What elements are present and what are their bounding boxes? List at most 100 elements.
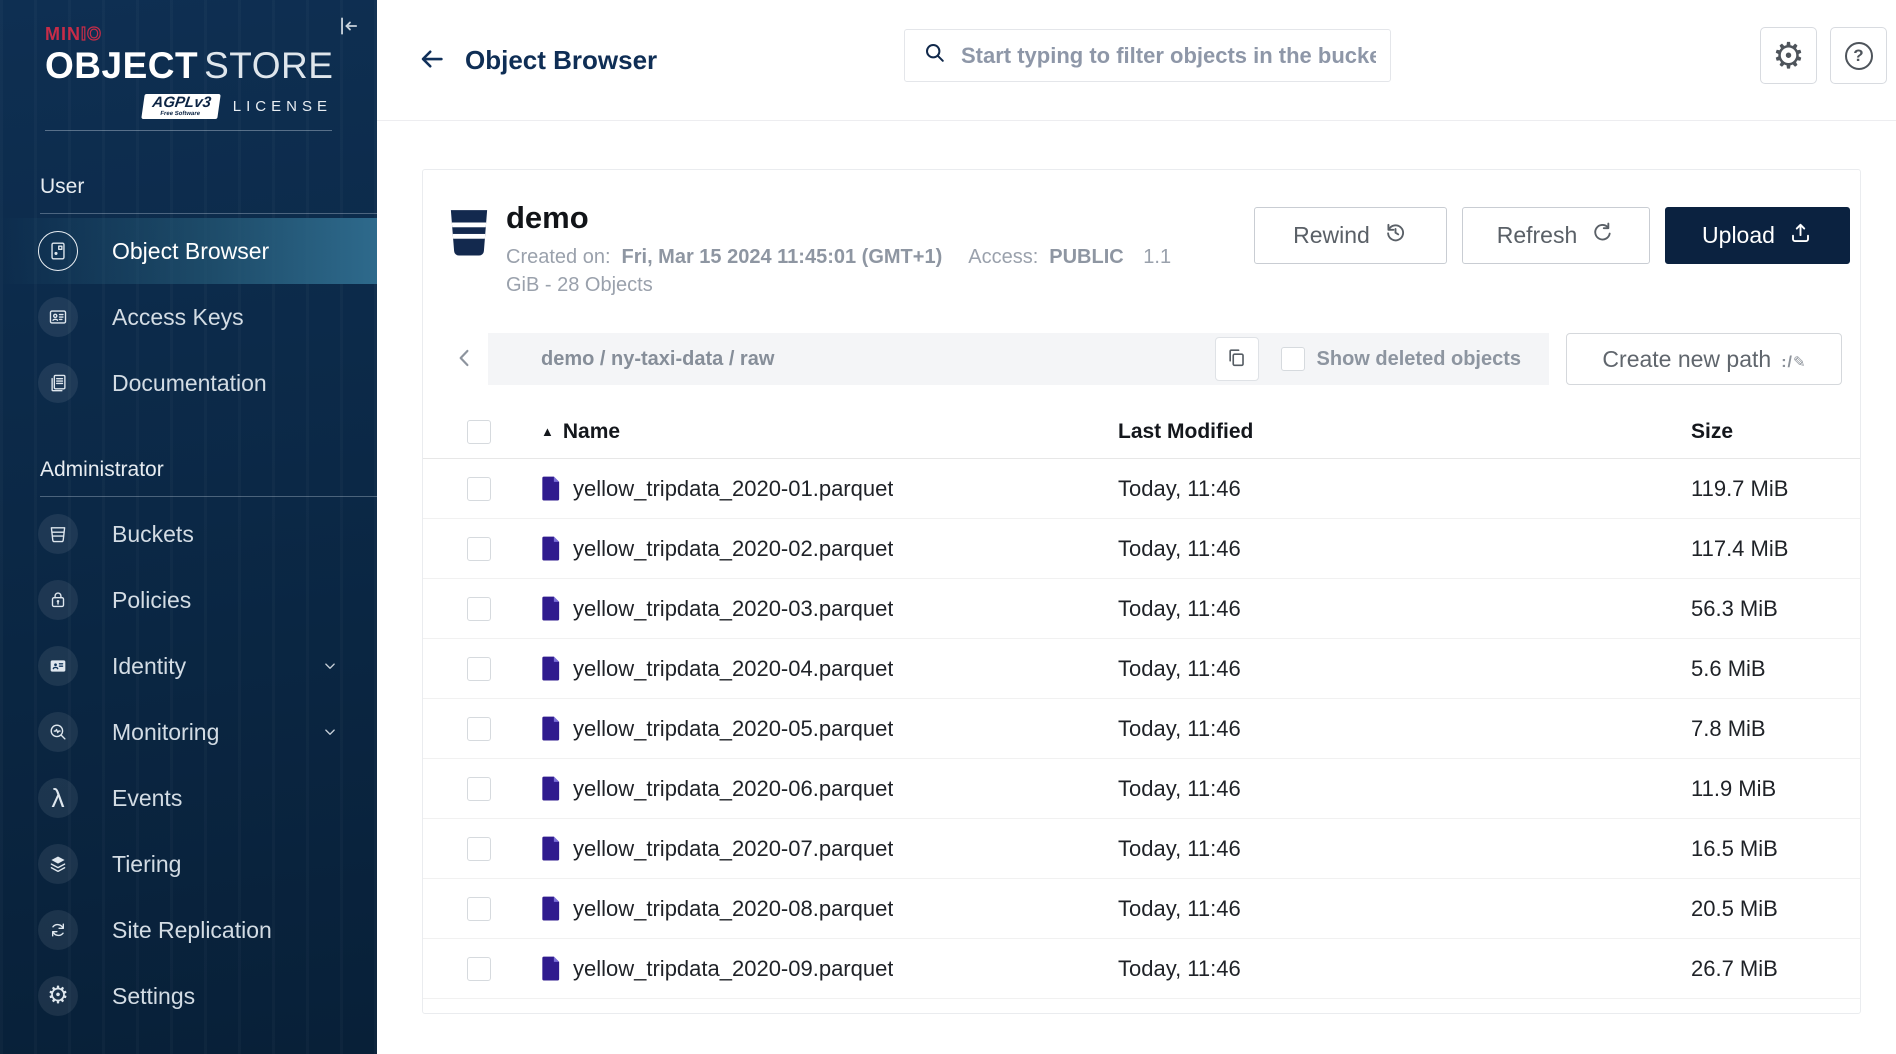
object-modified: Today, 11:46: [1118, 716, 1691, 742]
sidebar-item-label: Settings: [112, 983, 195, 1010]
object-modified: Today, 11:46: [1118, 896, 1691, 922]
upload-button[interactable]: Upload: [1665, 207, 1850, 264]
column-header-size[interactable]: Size: [1691, 420, 1836, 444]
section-divider: [40, 496, 377, 497]
object-name: yellow_tripdata_2020-07.parquet: [573, 836, 893, 862]
copy-icon: [1225, 346, 1248, 372]
path-back-button[interactable]: [441, 333, 488, 385]
sidebar-item-tiering[interactable]: Tiering: [0, 831, 377, 897]
logo-divider: [45, 130, 332, 131]
monitoring-icon: [38, 712, 78, 752]
sidebar-collapse-button[interactable]: [331, 10, 365, 44]
select-all-checkbox[interactable]: [467, 420, 491, 444]
file-icon: [541, 655, 562, 682]
table-row[interactable]: yellow_tripdata_2020-09.parquet Today, 1…: [423, 939, 1860, 999]
row-checkbox[interactable]: [467, 717, 491, 741]
object-size: 5.6 MiB: [1691, 656, 1836, 682]
table-row[interactable]: yellow_tripdata_2020-08.parquet Today, 1…: [423, 879, 1860, 939]
bucket-actions: Rewind Refresh Upload: [1254, 207, 1850, 264]
brand-min: MIN: [45, 24, 81, 44]
help-button[interactable]: ?: [1830, 27, 1887, 84]
minio-console: MINIO OBJECTSTORE AGPLv3 Free Software L…: [0, 0, 1896, 1054]
chevron-down-icon: [321, 723, 339, 741]
object-modified: Today, 11:46: [1118, 776, 1691, 802]
sidebar-item-monitoring[interactable]: Monitoring: [0, 699, 377, 765]
sidebar-item-policies[interactable]: Policies: [0, 567, 377, 633]
browser-bar: demo / ny-taxi-data / raw Show deleted o…: [441, 333, 1842, 385]
sidebar-item-site-replication[interactable]: Site Replication: [0, 897, 377, 963]
license-label: LICENSE: [233, 98, 332, 115]
sidebar-item-settings[interactable]: ⚙ Settings: [0, 963, 377, 1029]
agpl-badge: AGPLv3 Free Software: [142, 94, 222, 119]
sidebar-item-label: Tiering: [112, 851, 181, 878]
file-icon: [541, 595, 562, 622]
object-modified: Today, 11:46: [1118, 596, 1691, 622]
sidebar-section-label: User: [40, 175, 377, 199]
sidebar-item-label: Site Replication: [112, 917, 272, 944]
object-name: yellow_tripdata_2020-04.parquet: [573, 656, 893, 682]
sort-ascending-icon[interactable]: ▲: [541, 425, 554, 438]
refresh-button[interactable]: Refresh: [1462, 207, 1650, 264]
search-input[interactable]: [961, 43, 1376, 69]
create-new-path-button[interactable]: Create new path :/✎: [1566, 333, 1842, 385]
object-size: 56.3 MiB: [1691, 596, 1836, 622]
sidebar-item-object-browser[interactable]: Object Browser: [0, 218, 377, 284]
row-checkbox[interactable]: [467, 477, 491, 501]
breadcrumb[interactable]: demo / ny-taxi-data / raw: [541, 348, 774, 371]
show-deleted-checkbox[interactable]: [1281, 347, 1305, 371]
object-modified: Today, 11:46: [1118, 476, 1691, 502]
rewind-button[interactable]: Rewind: [1254, 207, 1447, 264]
row-checkbox[interactable]: [467, 897, 491, 921]
access-value: PUBLIC: [1049, 246, 1123, 268]
bucket-header: demo Created on:Fri, Mar 15 2024 11:45:0…: [423, 170, 1860, 299]
table-row[interactable]: yellow_tripdata_2020-07.parquet Today, 1…: [423, 819, 1860, 879]
row-checkbox[interactable]: [467, 957, 491, 981]
row-checkbox[interactable]: [467, 657, 491, 681]
sidebar-item-events[interactable]: λ Events: [0, 765, 377, 831]
column-header-name[interactable]: Name: [563, 420, 620, 444]
settings-button[interactable]: ⚙: [1760, 27, 1817, 84]
object-size: 11.9 MiB: [1691, 776, 1836, 802]
table-row[interactable]: yellow_tripdata_2020-03.parquet Today, 1…: [423, 579, 1860, 639]
object-name: yellow_tripdata_2020-01.parquet: [573, 476, 893, 502]
sidebar-item-documentation[interactable]: Documentation: [0, 350, 377, 416]
product-name: OBJECTSTORE: [45, 44, 332, 88]
row-checkbox[interactable]: [467, 837, 491, 861]
sidebar-item-identity[interactable]: Identity: [0, 633, 377, 699]
file-icon: [541, 895, 562, 922]
column-header-modified[interactable]: Last Modified: [1118, 420, 1691, 444]
section-divider: [40, 213, 377, 214]
sidebar-item-access-keys[interactable]: Access Keys: [0, 284, 377, 350]
minio-logo: MINIO OBJECTSTORE AGPLv3 Free Software L…: [45, 24, 332, 121]
row-checkbox[interactable]: [467, 597, 491, 621]
bucket-size-part2: GiB - 28 Objects: [506, 271, 1182, 299]
site-replication-icon: [38, 910, 78, 950]
topbar: Object Browser ⚙ ?: [377, 0, 1896, 121]
file-icon: [541, 955, 562, 982]
upload-icon: [1788, 220, 1813, 251]
chevron-down-icon: [321, 657, 339, 675]
sidebar-item-label: Monitoring: [112, 719, 219, 746]
copy-path-button[interactable]: [1215, 337, 1259, 381]
sidebar-item-buckets[interactable]: Buckets: [0, 501, 377, 567]
object-modified: Today, 11:46: [1118, 836, 1691, 862]
row-checkbox[interactable]: [467, 777, 491, 801]
back-button[interactable]: [415, 43, 449, 77]
table-row[interactable]: yellow_tripdata_2020-01.parquet Today, 1…: [423, 459, 1860, 519]
sidebar-section-label: Administrator: [40, 458, 377, 482]
object-modified: Today, 11:46: [1118, 536, 1691, 562]
table-row[interactable]: yellow_tripdata_2020-04.parquet Today, 1…: [423, 639, 1860, 699]
bucket-size-part1: 1.1: [1143, 246, 1171, 268]
sidebar-item-label: Object Browser: [112, 238, 269, 265]
row-checkbox[interactable]: [467, 537, 491, 561]
object-modified: Today, 11:46: [1118, 656, 1691, 682]
file-icon: [541, 835, 562, 862]
table-row[interactable]: yellow_tripdata_2020-05.parquet Today, 1…: [423, 699, 1860, 759]
table-row[interactable]: yellow_tripdata_2020-06.parquet Today, 1…: [423, 759, 1860, 819]
identity-icon: [38, 646, 78, 686]
sidebar-item-label: Identity: [112, 653, 186, 680]
table-row[interactable]: yellow_tripdata_2020-02.parquet Today, 1…: [423, 519, 1860, 579]
policies-icon: [38, 580, 78, 620]
file-icon: [541, 475, 562, 502]
new-path-icon: :/✎: [1781, 346, 1805, 373]
